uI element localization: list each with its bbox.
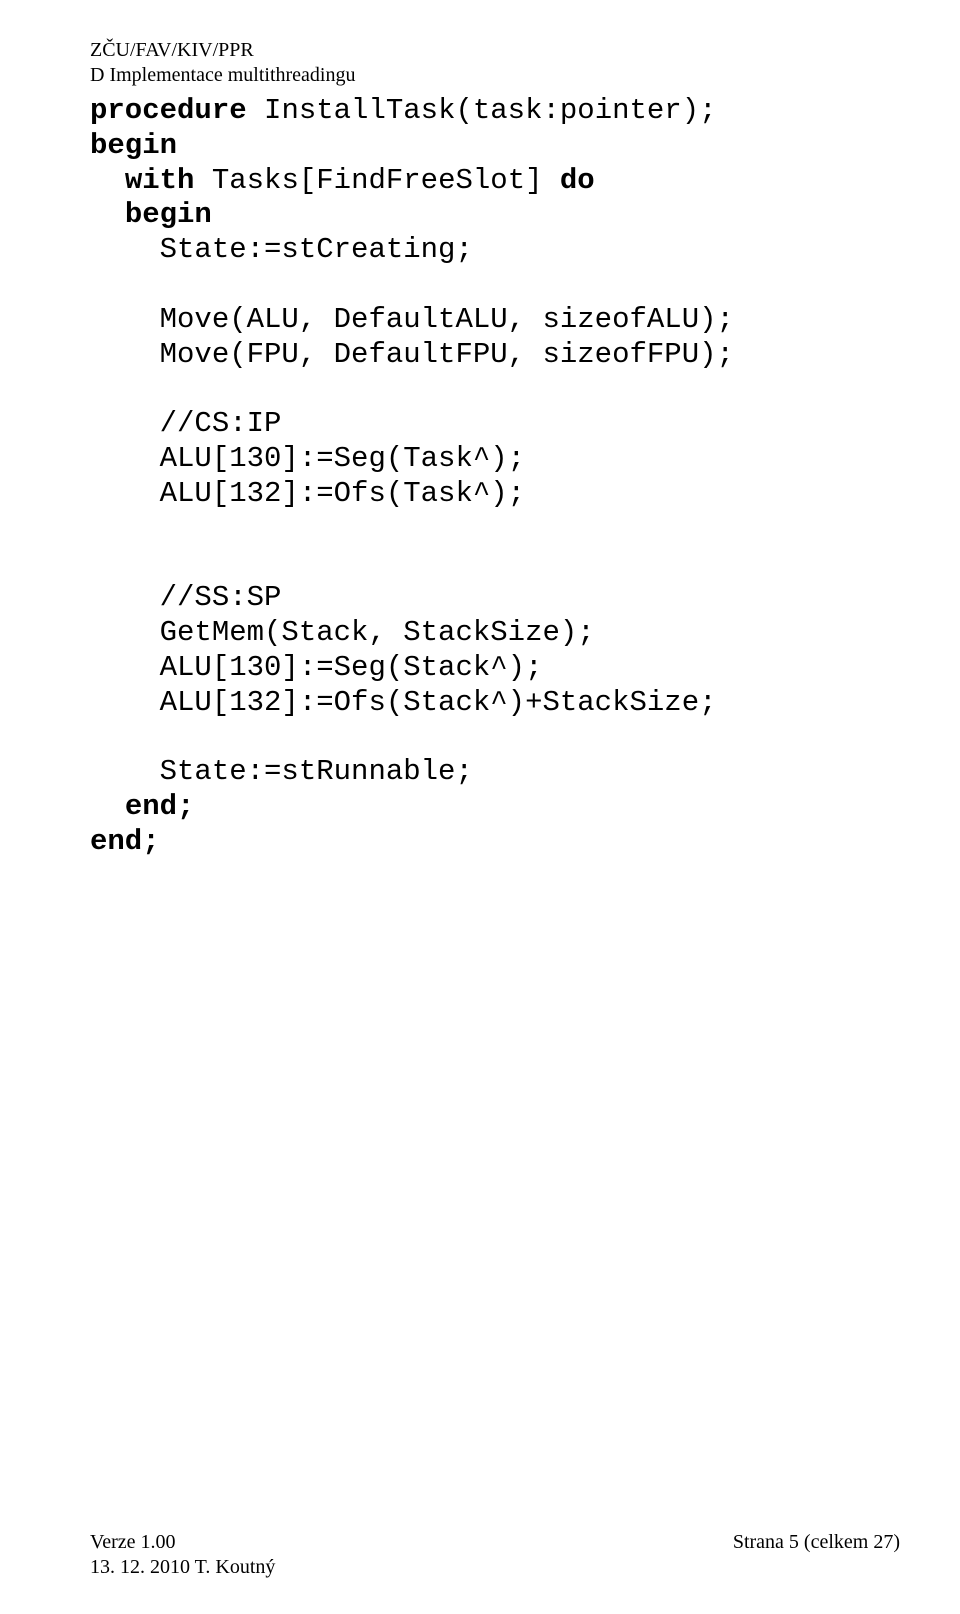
page-header: ZČU/FAV/KIV/PPR D Implementace multithre… — [90, 38, 900, 88]
keyword-begin-outer: begin — [90, 129, 177, 162]
signature-rest: InstallTask(task:pointer); — [247, 94, 717, 127]
code-line-getmem: GetMem(Stack, StackSize); — [90, 616, 595, 649]
indent — [90, 790, 125, 823]
header-line-2: D Implementace multithreadingu — [90, 63, 900, 88]
keyword-end-outer: end; — [90, 825, 160, 858]
footer-version: Verze 1.00 — [90, 1530, 275, 1555]
keyword-procedure: procedure — [90, 94, 247, 127]
code-line-alu130-task: ALU[130]:=Seg(Task^); — [90, 442, 525, 475]
keyword-end-inner: end; — [125, 790, 195, 823]
code-line-state-creating: State:=stCreating; — [90, 233, 473, 266]
code-comment-csip: //CS:IP — [90, 407, 281, 440]
footer-left: Verze 1.00 13. 12. 2010 T. Koutný — [90, 1530, 275, 1580]
indent — [90, 198, 125, 231]
code-line-move-fpu: Move(FPU, DefaultFPU, sizeofFPU); — [90, 338, 734, 371]
code-block: procedure InstallTask(task:pointer); beg… — [90, 94, 900, 860]
with-expr: Tasks[FindFreeSlot] — [194, 164, 559, 197]
header-line-1: ZČU/FAV/KIV/PPR — [90, 38, 900, 63]
indent — [90, 164, 125, 197]
footer-page-info: Strana 5 (celkem 27) — [733, 1530, 900, 1555]
code-line-alu132-stack: ALU[132]:=Ofs(Stack^)+StackSize; — [90, 686, 717, 719]
code-line-alu130-stack: ALU[130]:=Seg(Stack^); — [90, 651, 542, 684]
code-comment-sssp: //SS:SP — [90, 581, 281, 614]
code-line-move-alu: Move(ALU, DefaultALU, sizeofALU); — [90, 303, 734, 336]
keyword-begin-inner: begin — [125, 198, 212, 231]
keyword-do: do — [560, 164, 595, 197]
keyword-with: with — [125, 164, 195, 197]
document-page: ZČU/FAV/KIV/PPR D Implementace multithre… — [0, 0, 960, 1614]
page-footer: Verze 1.00 13. 12. 2010 T. Koutný Strana… — [90, 1530, 900, 1580]
code-line-state-runnable: State:=stRunnable; — [90, 755, 473, 788]
footer-date-author: 13. 12. 2010 T. Koutný — [90, 1555, 275, 1580]
code-line-alu132-task: ALU[132]:=Ofs(Task^); — [90, 477, 525, 510]
